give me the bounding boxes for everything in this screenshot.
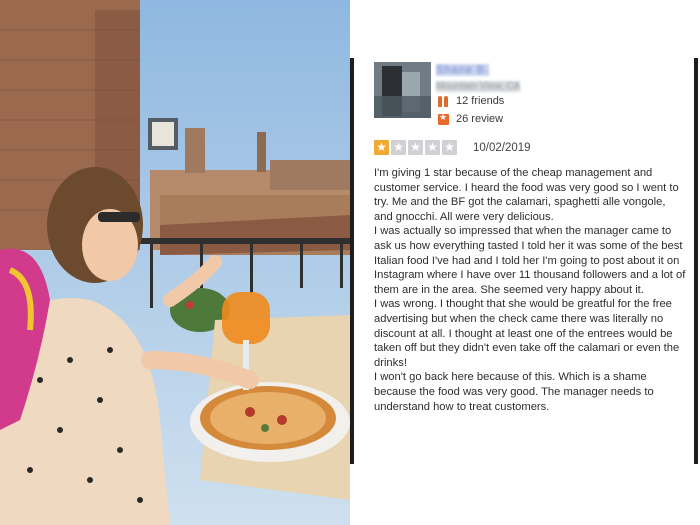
reviewer-name[interactable]: Shane B.: [436, 64, 490, 76]
star-icon: ★: [408, 140, 423, 155]
review-body: I'm giving 1 star because of the cheap m…: [374, 166, 686, 414]
star-icon: ★: [374, 140, 389, 155]
review-paragraph: I won't go back here because of this. Wh…: [374, 371, 654, 413]
star-icon: ★: [425, 140, 440, 155]
star-icon: ★: [442, 140, 457, 155]
review-count-label: 26 review: [456, 113, 504, 125]
friends-count: 12 friends: [438, 95, 504, 107]
review-date: 10/02/2019: [473, 142, 531, 154]
friends-count-label: 12 friends: [456, 95, 505, 107]
restaurant-photo: [0, 0, 350, 525]
review-paragraph: I'm giving 1 star because of the cheap m…: [374, 167, 679, 223]
star-rating: ★ ★ ★ ★ ★: [374, 140, 459, 155]
screenshot-border: [350, 58, 354, 464]
star-icon: ★: [391, 140, 406, 155]
review-count-icon: [438, 112, 449, 125]
friends-icon: [438, 95, 449, 107]
user-avatar[interactable]: [374, 62, 431, 118]
review-paragraph: I was wrong. I thought that she would be…: [374, 298, 680, 369]
screenshot-border: [694, 58, 698, 464]
review-paragraph: I was actually so impressed that when th…: [374, 225, 686, 296]
review-count: 26 review: [438, 112, 504, 125]
reviewer-location: Mountain View, CA: [436, 81, 521, 92]
